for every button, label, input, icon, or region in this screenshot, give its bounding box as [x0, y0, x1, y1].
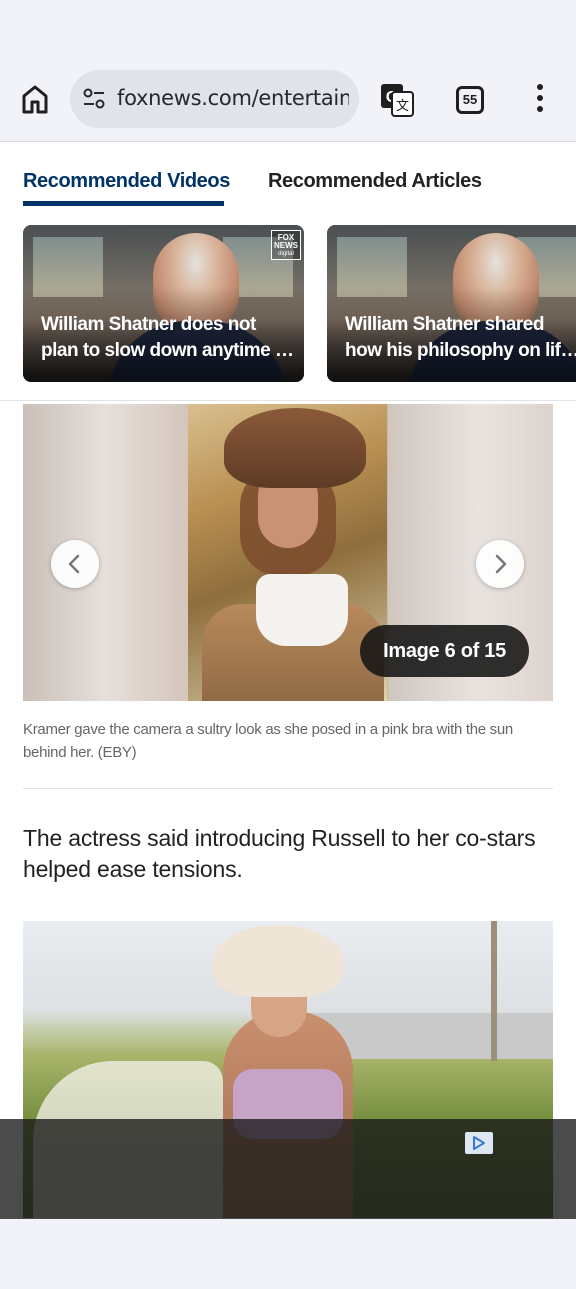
divider: [0, 400, 576, 401]
address-bar[interactable]: foxnews.com/entertainment: [70, 70, 359, 128]
image-counter: Image 6 of 15: [360, 625, 529, 677]
article-paragraph: The actress said introducing Russell to …: [23, 825, 536, 882]
navigation-bar: [0, 1219, 576, 1289]
tab-recommended-articles[interactable]: Recommended Articles: [268, 170, 482, 193]
url-text[interactable]: foxnews.com/entertainment: [117, 86, 349, 110]
video-title: William Shatner does not plan to slow do…: [41, 314, 298, 361]
photo-gallery[interactable]: Image 6 of 15: [23, 404, 553, 701]
ad-banner[interactable]: [0, 1119, 576, 1219]
chevron-right-icon: [495, 554, 507, 574]
gallery-prev-button[interactable]: [51, 540, 99, 588]
video-card[interactable]: FOX NEWS digital William Shatner does no…: [23, 225, 304, 382]
image-caption: Kramer gave the camera a sultry look as …: [23, 721, 513, 761]
home-icon: [22, 85, 48, 114]
svg-text:文: 文: [396, 99, 409, 114]
browser-toolbar: foxnews.com/entertainment G 文 55: [0, 58, 576, 142]
ad-choices-icon: [473, 1136, 485, 1150]
divider: [23, 788, 553, 789]
more-vert-icon[interactable]: [532, 82, 548, 116]
recommended-tabs: Recommended Videos Recommended Articles: [0, 142, 576, 212]
active-tab-indicator: [23, 201, 224, 206]
tab-recommended-videos[interactable]: Recommended Videos: [23, 170, 230, 193]
translate-icon: G 文: [381, 84, 414, 117]
chevron-left-icon: [68, 554, 80, 574]
video-card[interactable]: William Shatner shared how his philosoph…: [327, 225, 576, 382]
status-bar: [0, 0, 576, 58]
gallery-next-button[interactable]: [476, 540, 524, 588]
fox-news-logo: FOX NEWS digital: [271, 230, 301, 260]
ad-choices-button[interactable]: [465, 1132, 493, 1154]
translate-button[interactable]: G 文: [380, 83, 414, 117]
gallery-image: [188, 404, 387, 701]
tab-switcher-button[interactable]: 55: [456, 86, 484, 114]
video-title: William Shatner shared how his philosoph…: [345, 314, 576, 361]
home-button[interactable]: [18, 82, 52, 116]
site-settings-icon[interactable]: [82, 87, 106, 111]
